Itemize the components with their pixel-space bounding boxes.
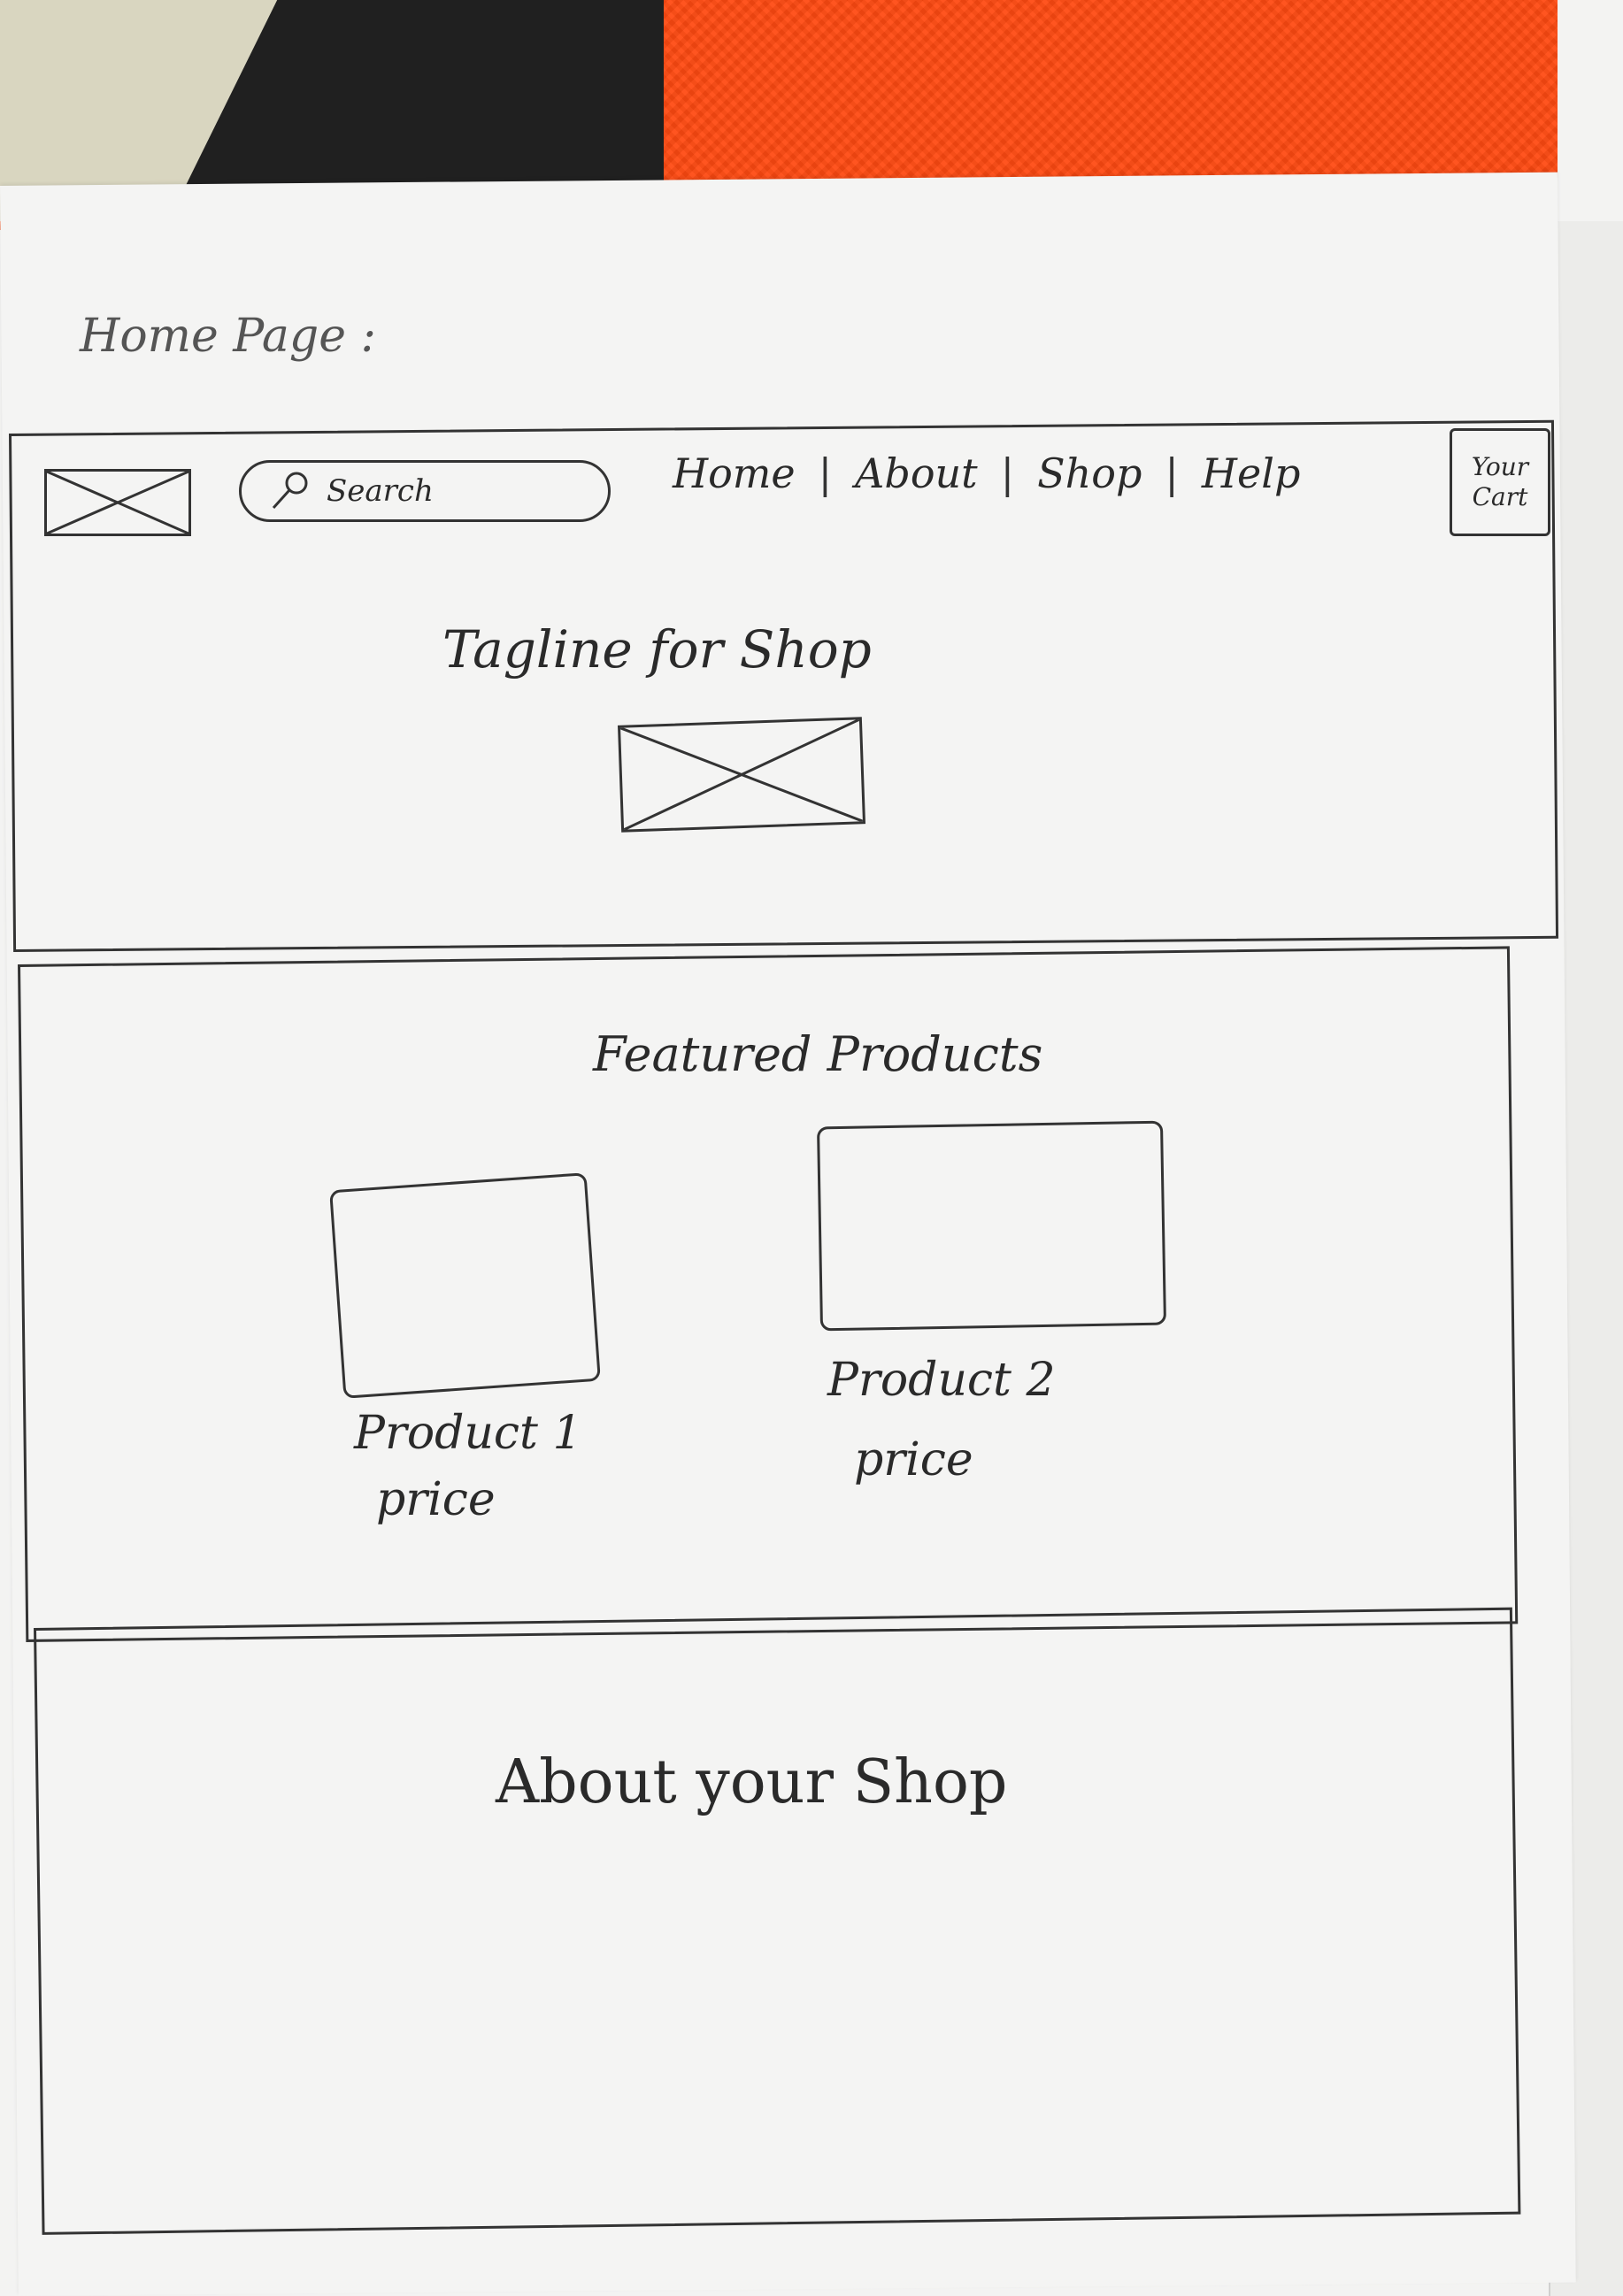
right-edge	[1558, 0, 1623, 230]
page-title: Home Page :	[80, 310, 377, 363]
nav-about[interactable]: About	[855, 449, 977, 497]
product-1-name[interactable]: Product 1	[354, 1407, 582, 1460]
product-2-image[interactable]	[817, 1120, 1166, 1332]
search-icon	[272, 472, 308, 510]
search-label: Search	[327, 473, 434, 509]
nav-help[interactable]: Help	[1202, 449, 1301, 497]
hero-image-placeholder	[617, 717, 866, 833]
featured-products-title: Featured Products	[593, 1026, 1043, 1082]
nav-shop[interactable]: Shop	[1037, 449, 1142, 497]
main-nav: Home | About | Shop | Help	[673, 434, 1300, 513]
hero-tagline: Tagline for Shop	[442, 619, 872, 680]
product-1-price: price	[376, 1473, 496, 1526]
product-1-image[interactable]	[329, 1172, 601, 1399]
nav-divider: |	[1000, 449, 1015, 497]
cart-button[interactable]: Your Cart	[1450, 428, 1550, 536]
nav-divider: |	[818, 449, 833, 497]
search-input[interactable]: Search	[239, 460, 611, 522]
placeholder-cross-icon	[619, 718, 864, 832]
about-section	[34, 1607, 1521, 2235]
product-2-price: price	[854, 1433, 973, 1486]
about-title: About your Shop	[496, 1747, 1008, 1817]
nav-home[interactable]: Home	[673, 449, 796, 497]
logo-placeholder	[44, 469, 191, 536]
nav-divider: |	[1165, 449, 1179, 497]
placeholder-cross-icon	[46, 470, 189, 535]
product-2-name[interactable]: Product 2	[827, 1354, 1056, 1407]
